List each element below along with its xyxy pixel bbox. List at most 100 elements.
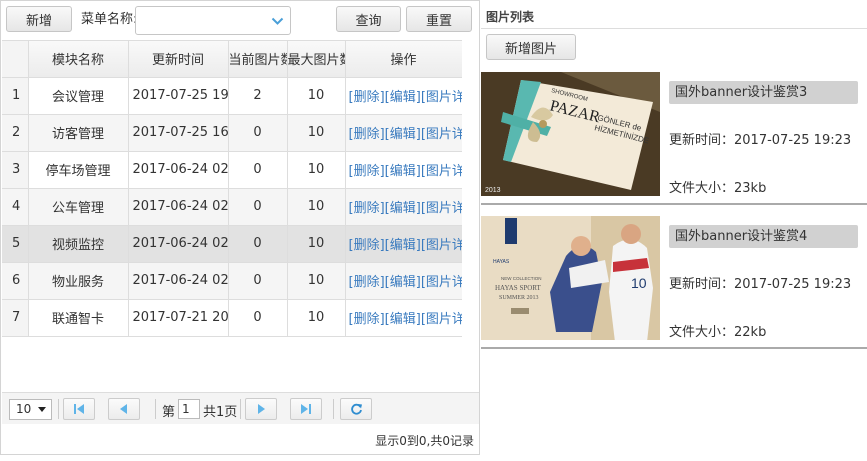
image-name: 国外banner设计鉴赏4 — [669, 225, 858, 248]
image-detail-link[interactable]: [图片详情] — [421, 238, 461, 253]
module-name-cell: 联通智卡 — [28, 299, 129, 337]
page-size-value: 10 — [16, 402, 32, 416]
pager-divider — [155, 399, 156, 419]
row-number-cell: 4 — [2, 188, 29, 226]
delete-link[interactable]: [删除] — [349, 201, 385, 216]
last-page-icon — [301, 404, 311, 414]
last-page-button[interactable] — [290, 398, 322, 420]
image-detail-link[interactable]: [图片详情] — [421, 164, 461, 179]
max-count-cell: 10 — [287, 188, 346, 226]
add-button[interactable]: 新增 — [6, 6, 72, 32]
add-image-button[interactable]: 新增图片 — [486, 34, 576, 60]
menu-name-select[interactable] — [135, 6, 291, 35]
edit-link[interactable]: [编辑] — [385, 201, 421, 216]
table-row[interactable]: 4公车管理2017-06-24 02:45010[删除][编辑][图片详情] — [2, 188, 462, 226]
module-grid: 模块名称 更新时间 当前图片数 最大图片数 操作 1会议管理2017-07-25… — [2, 40, 462, 337]
delete-link[interactable]: [删除] — [349, 275, 385, 290]
current-count-cell: 0 — [228, 299, 288, 337]
reset-button[interactable]: 重置 — [406, 6, 472, 32]
edit-link[interactable]: [编辑] — [385, 312, 421, 327]
delete-link[interactable]: [删除] — [349, 90, 385, 105]
update-time-cell: 2017-07-21 20:43 — [128, 299, 229, 337]
update-time-cell: 2017-07-25 19:23 — [128, 77, 229, 115]
current-count-cell: 0 — [228, 114, 288, 152]
operations-cell: [删除][编辑][图片详情] — [345, 114, 462, 152]
first-page-button[interactable] — [63, 398, 95, 420]
thumb-text-b: NEW COLLECTION — [501, 276, 542, 281]
edit-link[interactable]: [编辑] — [385, 238, 421, 253]
next-page-button[interactable] — [245, 398, 277, 420]
table-row[interactable]: 2访客管理2017-07-25 16:41010[删除][编辑][图片详情] — [2, 114, 462, 152]
column-header-max-count[interactable]: 最大图片数 — [287, 41, 346, 78]
current-page-input[interactable]: 1 — [178, 399, 200, 419]
update-time-cell: 2017-06-24 02:45 — [128, 225, 229, 263]
module-name-cell: 物业服务 — [28, 262, 129, 300]
update-time-cell: 2017-06-24 02:45 — [128, 188, 229, 226]
module-name-cell: 公车管理 — [28, 188, 129, 226]
image-card[interactable]: SHOWROOM PAZAR GÖNLER de HİZMETİNİZDE 20… — [481, 72, 867, 205]
image-detail-link[interactable]: [图片详情] — [421, 275, 461, 290]
column-header-update-time[interactable]: 更新时间 — [128, 41, 229, 78]
edit-link[interactable]: [编辑] — [385, 127, 421, 142]
operations-cell: [删除][编辑][图片详情] — [345, 299, 462, 337]
column-header-current-count[interactable]: 当前图片数 — [228, 41, 288, 78]
grid-header-row: 模块名称 更新时间 当前图片数 最大图片数 操作 — [2, 41, 462, 78]
image-file-size: 文件大小：22kb — [669, 325, 767, 340]
max-count-cell: 10 — [287, 114, 346, 152]
table-row[interactable]: 1会议管理2017-07-25 19:23210[删除][编辑][图片详情] — [2, 77, 462, 115]
image-list-panel: 图片列表 新增图片 SHOWROOM PAZAR GÖNLER de HİZME… — [481, 0, 867, 461]
operations-cell: [删除][编辑][图片详情] — [345, 262, 462, 300]
pagination-bar: 10 第 1 共1页 — [2, 392, 479, 424]
row-number-cell: 5 — [2, 225, 29, 263]
module-name-cell: 停车场管理 — [28, 151, 129, 189]
image-detail-link[interactable]: [图片详情] — [421, 312, 461, 327]
banner-thumbnail[interactable]: SHOWROOM PAZAR GÖNLER de HİZMETİNİZDE 20… — [481, 72, 660, 196]
current-count-cell: 0 — [228, 188, 288, 226]
thumb-text-a: HAYAS — [493, 259, 510, 265]
record-summary: 显示0到0,共0记录 — [375, 434, 474, 448]
chevron-down-icon — [271, 17, 284, 25]
operations-cell: [删除][编辑][图片详情] — [345, 77, 462, 115]
pager-divider — [240, 399, 241, 419]
image-detail-link[interactable]: [图片详情] — [421, 201, 461, 216]
page-size-select[interactable]: 10 — [9, 399, 52, 420]
thumb-text-e: 2013 — [485, 187, 501, 194]
refresh-button[interactable] — [340, 398, 372, 420]
thumb-text-c: HAYAS SPORT — [495, 284, 542, 292]
update-time-cell: 2017-06-24 02:45 — [128, 262, 229, 300]
table-row[interactable]: 3停车场管理2017-06-24 02:45010[删除][编辑][图片详情] — [2, 151, 462, 189]
row-number-cell: 1 — [2, 77, 29, 115]
operations-cell: [删除][编辑][图片详情] — [345, 188, 462, 226]
edit-link[interactable]: [编辑] — [385, 90, 421, 105]
delete-link[interactable]: [删除] — [349, 164, 385, 179]
update-time-cell: 2017-07-25 16:41 — [128, 114, 229, 152]
delete-link[interactable]: [删除] — [349, 127, 385, 142]
image-detail-link[interactable]: [图片详情] — [421, 127, 461, 142]
image-card[interactable]: HAYAS 10 NEW COLLECTION HAYAS SPORT SUMM… — [481, 216, 867, 349]
prev-page-button[interactable] — [108, 398, 140, 420]
edit-link[interactable]: [编辑] — [385, 275, 421, 290]
current-count-cell: 0 — [228, 262, 288, 300]
table-row[interactable]: 6物业服务2017-06-24 02:45010[删除][编辑][图片详情] — [2, 262, 462, 300]
module-name-cell: 视频监控 — [28, 225, 129, 263]
row-number-cell: 2 — [2, 114, 29, 152]
page-prefix-label: 第 — [162, 405, 176, 420]
delete-link[interactable]: [删除] — [349, 312, 385, 327]
module-name-cell: 访客管理 — [28, 114, 129, 152]
image-detail-link[interactable]: [图片详情] — [421, 90, 461, 105]
table-row[interactable]: 7联通智卡2017-07-21 20:43010[删除][编辑][图片详情] — [2, 299, 462, 337]
title-divider — [481, 28, 867, 29]
table-row[interactable]: 5视频监控2017-06-24 02:45010[删除][编辑][图片详情] — [2, 225, 462, 263]
max-count-cell: 10 — [287, 151, 346, 189]
max-count-cell: 10 — [287, 299, 346, 337]
banner-thumbnail[interactable]: HAYAS 10 NEW COLLECTION HAYAS SPORT SUMM… — [481, 216, 660, 340]
image-update-time: 更新时间：2017-07-25 19:23 — [669, 133, 852, 148]
operations-cell: [删除][编辑][图片详情] — [345, 151, 462, 189]
column-header-module-name[interactable]: 模块名称 — [28, 41, 129, 78]
menu-name-label: 菜单名称: — [81, 12, 138, 27]
delete-link[interactable]: [删除] — [349, 238, 385, 253]
first-page-icon — [74, 404, 84, 414]
pager-divider — [58, 399, 59, 419]
query-button[interactable]: 查询 — [336, 6, 401, 32]
edit-link[interactable]: [编辑] — [385, 164, 421, 179]
